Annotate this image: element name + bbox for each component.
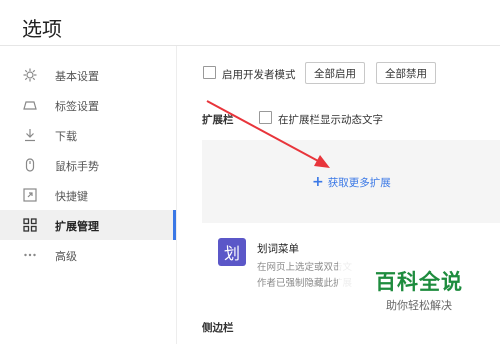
extension-icon: 划 [218, 238, 246, 266]
mouse-icon [22, 157, 38, 173]
gear-icon [22, 67, 38, 83]
sidebar-item-shortcuts[interactable]: 快捷键 [0, 180, 176, 210]
get-more-extensions-link[interactable]: + 获取更多扩展 [312, 174, 391, 190]
sidebar-item-label: 基本设置 [55, 70, 99, 83]
enable-all-button[interactable]: 全部启用 [305, 62, 365, 84]
get-more-label: 获取更多扩展 [327, 176, 391, 189]
sidebar-item-label: 标签设置 [55, 100, 99, 113]
show-dynamic-text-label: 在扩展栏显示动态文字 [278, 114, 383, 126]
dev-mode-label: 启用开发者模式 [222, 69, 296, 81]
extension-bar-title: 扩展栏 [202, 114, 234, 126]
extension-bar-area: + 获取更多扩展 [202, 140, 500, 223]
download-icon [22, 127, 38, 143]
watermark-title: 百科全说 [375, 270, 463, 294]
sidebar-item-label: 扩展管理 [55, 220, 99, 233]
sidebar-item-label: 高级 [55, 250, 77, 263]
sidebar-item-extensions[interactable]: 扩展管理 [0, 210, 176, 240]
sidebar-item-label: 鼠标手势 [55, 160, 99, 173]
sidebar-item-download[interactable]: 下载 [0, 120, 176, 150]
sidebar-item-label: 快捷键 [55, 190, 88, 203]
grid-icon [22, 217, 38, 233]
plus-icon: + [312, 174, 324, 190]
extension-name: 划词菜单 [257, 243, 299, 255]
tab-icon [22, 97, 38, 113]
sidebar: 基本设置 标签设置 下载 鼠标手势 快捷键 扩展管理 高级 [0, 46, 176, 344]
sidebar-item-mouse-gesture[interactable]: 鼠标手势 [0, 150, 176, 180]
sidebar-item-label: 下载 [55, 130, 77, 143]
sidebar-item-basic-settings[interactable]: 基本设置 [0, 60, 176, 90]
dev-mode-checkbox[interactable] [203, 66, 216, 79]
show-dynamic-text-checkbox[interactable] [259, 111, 272, 124]
sidebar-section-title: 侧边栏 [202, 322, 234, 334]
watermark: 百科全说 助你轻松解决 [364, 266, 474, 313]
shortcut-icon [22, 187, 38, 203]
page-title: 选项 [22, 17, 62, 41]
disable-all-button[interactable]: 全部禁用 [376, 62, 436, 84]
sidebar-item-advanced[interactable]: 高级 [0, 240, 176, 270]
watermark-subtitle: 助你轻松解决 [386, 299, 452, 312]
sidebar-item-tab-settings[interactable]: 标签设置 [0, 90, 176, 120]
more-icon [22, 247, 38, 263]
